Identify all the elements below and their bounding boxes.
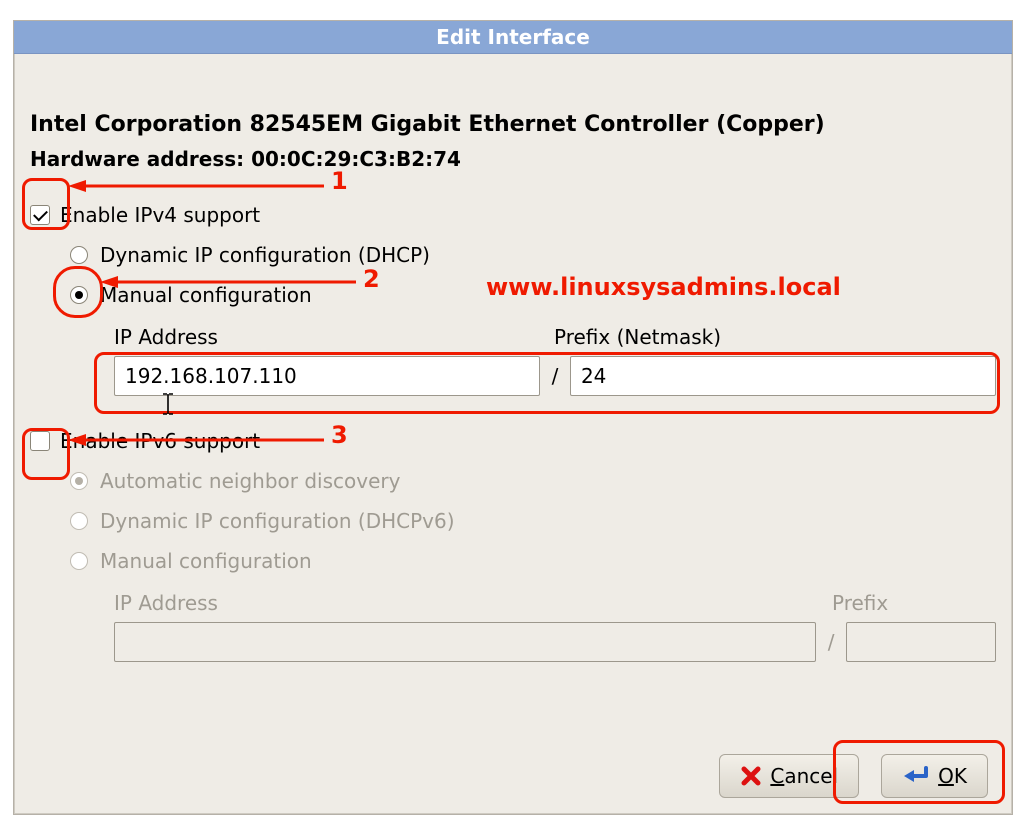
annotation-number-1: 1 <box>331 166 348 197</box>
ipv6-prefix-label: Prefix <box>832 590 888 616</box>
ipv6-prefix-input <box>846 622 996 662</box>
ipv6-ip-input <box>114 622 816 662</box>
ok-arrow-icon <box>902 765 930 787</box>
dialog-title: Edit Interface <box>14 21 1012 54</box>
enable-ipv4-checkbox[interactable] <box>30 205 50 225</box>
cancel-rest: ancel <box>784 764 838 788</box>
ipv6-auto-label: Automatic neighbor discovery <box>100 468 400 494</box>
enable-ipv4-label: Enable IPv4 support <box>60 202 260 228</box>
dialog-edit-interface: Edit Interface Intel Corporation 82545EM… <box>13 20 1013 815</box>
hardware-address: Hardware address: 00:0C:29:C3:B2:74 <box>30 146 996 172</box>
text-caret-icon <box>160 392 176 416</box>
ipv4-dhcp-label: Dynamic IP configuration (DHCP) <box>100 242 430 268</box>
ipv6-dhcpv6-radio <box>70 512 88 530</box>
cancel-underline: C <box>770 764 784 788</box>
ipv6-manual-label: Manual configuration <box>100 548 312 574</box>
ipv4-manual-label: Manual configuration <box>100 282 312 308</box>
ipv4-ip-input[interactable] <box>114 356 540 396</box>
enable-ipv6-label: Enable IPv6 support <box>60 428 260 454</box>
ipv4-ip-label: IP Address <box>114 324 554 350</box>
ipv4-prefix-label: Prefix (Netmask) <box>554 324 721 350</box>
ipv4-manual-radio[interactable] <box>70 286 88 304</box>
cancel-button[interactable]: Cancel <box>719 754 859 798</box>
ok-underline: O <box>938 764 954 788</box>
separator-slash-2: / <box>816 629 846 655</box>
annotation-number-3: 3 <box>331 420 348 451</box>
enable-ipv6-checkbox[interactable] <box>30 431 50 451</box>
ipv6-manual-radio <box>70 552 88 570</box>
ipv4-prefix-input[interactable] <box>570 356 996 396</box>
ipv6-ip-label: IP Address <box>114 590 832 616</box>
ok-rest: K <box>954 764 967 788</box>
cancel-icon <box>740 765 762 787</box>
ipv6-auto-radio <box>70 472 88 490</box>
ipv4-dhcp-radio[interactable] <box>70 246 88 264</box>
annotation-watermark: www.linuxsysadmins.local <box>486 272 841 303</box>
device-name: Intel Corporation 82545EM Gigabit Ethern… <box>30 111 996 140</box>
ok-button[interactable]: OK <box>881 754 988 798</box>
ipv6-dhcpv6-label: Dynamic IP configuration (DHCPv6) <box>100 508 455 534</box>
separator-slash-1: / <box>540 363 570 389</box>
annotation-number-2: 2 <box>363 264 380 295</box>
